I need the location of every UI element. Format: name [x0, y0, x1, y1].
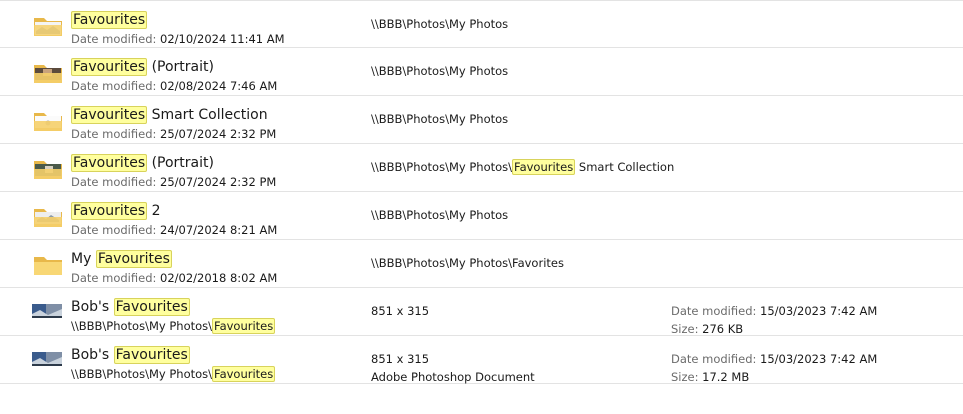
result-location: \\BBB\Photos\My Photos: [371, 112, 509, 126]
search-term-highlight: Favourites: [113, 346, 190, 364]
result-row-favourites-portrait[interactable]: Favourites (Portrait) Date modified: 02/…: [0, 48, 963, 96]
result-date-modified: Date modified: 25/07/2024 2:32 PM: [71, 127, 277, 141]
search-term-highlight: Favourites: [71, 58, 148, 76]
result-date-modified: Date modified: 02/02/2018 8:02 AM: [71, 271, 278, 285]
folder-icon: [34, 209, 62, 227]
folder-icon: [34, 161, 62, 179]
result-size: Size: 276 KB: [671, 322, 744, 336]
result-path: \\BBB\Photos\My Photos\ Favourites: [71, 366, 276, 382]
result-row-favourites-smart-collection[interactable]: Favourites Smart Collection Date modifie…: [0, 96, 963, 144]
folder-icon: [34, 113, 62, 131]
result-title: Bob's Favourites: [71, 298, 190, 316]
search-term-highlight: Favourites: [95, 250, 172, 268]
search-term-highlight: Favourites: [71, 154, 148, 172]
result-date-modified: Date modified: 15/03/2023 7:42 AM: [671, 304, 878, 318]
result-date-modified: Date modified: 24/07/2024 8:21 AM: [71, 223, 278, 237]
result-title: Favourites (Portrait): [71, 154, 214, 172]
result-dimensions: 851 x 315: [371, 304, 430, 318]
result-date-modified: Date modified: 15/03/2023 7:42 AM: [671, 352, 878, 366]
search-term-highlight: Favourites: [71, 202, 148, 220]
result-date-modified: Date modified: 02/10/2024 11:41 AM: [71, 32, 285, 46]
search-term-highlight: Favourites: [71, 11, 148, 29]
result-location: \\BBB\Photos\My Photos\Favorites: [371, 256, 564, 270]
result-title: Favourites 2: [71, 202, 161, 220]
folder-icon: [34, 257, 62, 275]
result-row-bobs-favourites-psd[interactable]: Bob's Favourites \\BBB\Photos\My Photos\…: [0, 336, 963, 384]
search-term-highlight: Favourites: [512, 159, 576, 175]
result-title: My Favourites: [71, 250, 172, 268]
result-date-modified: Date modified: 25/07/2024 2:32 PM: [71, 175, 277, 189]
folder-icon: [34, 65, 62, 83]
search-term-highlight: Favourites: [71, 106, 148, 124]
result-row-favourites-2[interactable]: Favourites 2 Date modified: 24/07/2024 8…: [0, 192, 963, 240]
result-title: Favourites (Portrait): [71, 58, 214, 76]
result-title: Favourites Smart Collection: [71, 106, 268, 124]
result-file-type: Adobe Photoshop Document: [371, 370, 535, 384]
result-size: Size: 17.2 MB: [671, 370, 750, 384]
result-location: \\BBB\Photos\My Photos: [371, 17, 509, 31]
result-title: Favourites: [71, 11, 148, 29]
image-file-icon: [32, 304, 62, 318]
search-term-highlight: Favourites: [212, 318, 276, 334]
result-title: Bob's Favourites: [71, 346, 190, 364]
result-location: \\BBB\Photos\My Photos\ Favourites Smart …: [371, 159, 675, 175]
result-location: \\BBB\Photos\My Photos: [371, 64, 509, 78]
result-location: \\BBB\Photos\My Photos: [371, 208, 509, 222]
folder-icon: [34, 18, 62, 36]
result-path: \\BBB\Photos\My Photos\ Favourites: [71, 318, 276, 334]
result-row-bobs-favourites-jpg[interactable]: Bob's Favourites \\BBB\Photos\My Photos\…: [0, 288, 963, 336]
result-row-favourites-portrait-2[interactable]: Favourites (Portrait) Date modified: 25/…: [0, 144, 963, 192]
result-row-favourites[interactable]: Favourites Date modified: 02/10/2024 11:…: [0, 0, 963, 48]
result-date-modified: Date modified: 02/08/2024 7:46 AM: [71, 79, 278, 93]
search-term-highlight: Favourites: [212, 366, 276, 382]
search-results-list: Favourites Date modified: 02/10/2024 11:…: [0, 0, 963, 414]
image-file-icon: [32, 352, 62, 366]
search-term-highlight: Favourites: [113, 298, 190, 316]
result-row-my-favourites[interactable]: My Favourites Date modified: 02/02/2018 …: [0, 240, 963, 288]
result-dimensions: 851 x 315: [371, 352, 430, 366]
